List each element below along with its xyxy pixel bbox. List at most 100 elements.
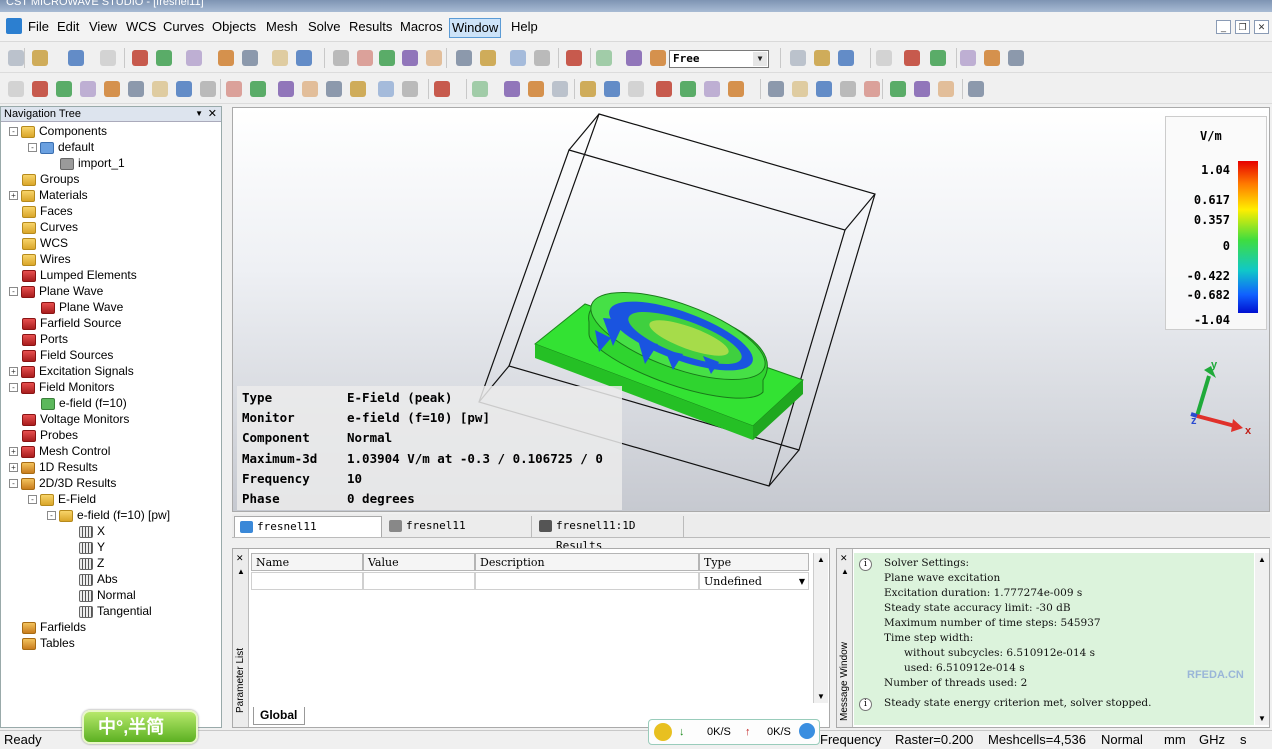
solve-icon[interactable] [904,50,920,66]
collapse-icon[interactable]: - [9,287,18,297]
tree-item[interactable]: Tangential [66,603,152,619]
cut-icon[interactable] [80,81,96,97]
tree-item[interactable]: Probes [9,427,78,443]
collapse-icon[interactable]: - [9,127,18,137]
undo-icon[interactable] [32,81,48,97]
chevron-down-icon[interactable]: ▼ [799,573,805,590]
menu-edit[interactable]: Edit [55,18,81,38]
expand-icon[interactable]: + [9,463,18,473]
open-icon[interactable] [984,50,1000,66]
copy-icon[interactable] [218,50,234,66]
chevron-up-icon[interactable]: ▲ [237,567,245,576]
tree-item[interactable]: Curves [9,219,78,235]
chevron-down-icon[interactable]: ▼ [195,107,203,121]
copy-icon[interactable] [890,81,906,97]
fit-icon[interactable] [302,81,318,97]
tree-item[interactable]: e-field (f=10) [28,395,127,411]
step-icon[interactable] [680,81,696,97]
pan-icon[interactable] [357,50,373,66]
tree-item[interactable]: - Components [9,123,107,139]
tree-item[interactable]: - Field Monitors [9,379,114,395]
chevron-up-icon[interactable]: ▲ [841,567,849,576]
minimize-button[interactable]: _ [1216,20,1231,34]
collapse-icon[interactable]: - [28,495,37,505]
undo-icon[interactable] [816,81,832,97]
menu-help[interactable]: Help [509,18,540,38]
redo-icon[interactable] [840,81,856,97]
print-icon[interactable] [100,50,116,66]
view-tab[interactable]: fresnel11 [384,516,532,537]
open-icon[interactable] [728,81,744,97]
import-icon[interactable] [838,50,854,66]
open-icon[interactable] [32,50,48,66]
close-icon[interactable]: ✕ [236,553,244,564]
message-scrollbar[interactable]: ▲ ▼ [1255,553,1269,725]
menu-wcs[interactable]: WCS [124,18,158,38]
snap-icon[interactable] [350,81,366,97]
print-icon[interactable] [792,81,808,97]
zoom-icon[interactable] [379,50,395,66]
tree-item[interactable]: Faces [9,203,73,219]
close-icon[interactable]: ✕ [840,553,848,564]
rotate-icon[interactable] [200,81,216,97]
view-tab[interactable]: fresnel11:1D Results [534,516,684,552]
result-icon[interactable] [552,81,568,97]
ime-toolbar[interactable]: 中°,半简 [82,710,198,744]
solve-icon[interactable] [656,81,672,97]
tree-item[interactable]: Y [66,539,105,555]
delete-icon[interactable] [272,50,288,66]
shade-icon[interactable] [534,50,550,66]
collapse-icon[interactable]: - [9,479,18,489]
close-button[interactable]: ✕ [1254,20,1269,34]
menu-solve[interactable]: Solve [306,18,343,38]
undo-icon[interactable] [132,50,148,66]
tree-item[interactable]: + Materials [9,187,88,203]
step-icon[interactable] [930,50,946,66]
pan-icon[interactable] [226,81,242,97]
paste-icon[interactable] [242,50,258,66]
tree-item[interactable]: X [66,523,105,539]
wire-icon[interactable] [326,81,342,97]
redo-icon[interactable] [56,81,72,97]
save-icon[interactable] [768,81,784,97]
port-icon[interactable] [504,81,520,97]
tree-item[interactable]: Abs [66,571,118,587]
rotate-icon[interactable] [333,50,349,66]
mesh-icon[interactable] [628,81,644,97]
shade-icon[interactable] [402,81,418,97]
tree-item[interactable]: Tables [9,635,75,651]
copy-icon[interactable] [104,81,120,97]
select-icon[interactable] [968,81,984,97]
cut-icon[interactable] [864,81,880,97]
grid-icon[interactable] [510,50,526,66]
save-icon[interactable] [68,50,84,66]
menu-curves[interactable]: Curves [161,18,206,38]
tree-item[interactable]: - 2D/3D Results [9,475,116,491]
parameter-list-scrollbar[interactable]: ▲ ▼ [813,553,828,703]
parameter-cell[interactable] [475,572,699,590]
tree-item[interactable]: - e-field (f=10) [pw] [47,507,170,523]
plot-icon[interactable] [472,81,488,97]
menu-file[interactable]: File [26,18,51,38]
export-icon[interactable] [814,50,830,66]
tree-item[interactable]: import_1 [47,155,125,171]
expand-icon[interactable]: + [9,447,18,457]
new-icon[interactable] [960,50,976,66]
menu-window[interactable]: Window [449,18,502,38]
expand-icon[interactable]: + [9,367,18,377]
plot-icon[interactable] [596,50,612,66]
tree-item[interactable]: +1D Results [9,459,98,475]
mesh-icon[interactable] [876,50,892,66]
new-icon[interactable] [704,81,720,97]
menu-mesh[interactable]: Mesh [264,18,300,38]
tree-item[interactable]: Voltage Monitors [9,411,129,427]
tree-item[interactable]: Normal [66,587,136,603]
collapse-icon[interactable]: - [9,383,18,393]
port-icon[interactable] [626,50,642,66]
monitor-icon[interactable] [650,50,666,66]
tree-item[interactable]: Lumped Elements [9,267,137,283]
tree-item[interactable]: Z [66,555,104,571]
tree-item[interactable]: Farfield Source [9,315,121,331]
delete-icon[interactable] [152,81,168,97]
field-icon[interactable] [434,81,450,97]
